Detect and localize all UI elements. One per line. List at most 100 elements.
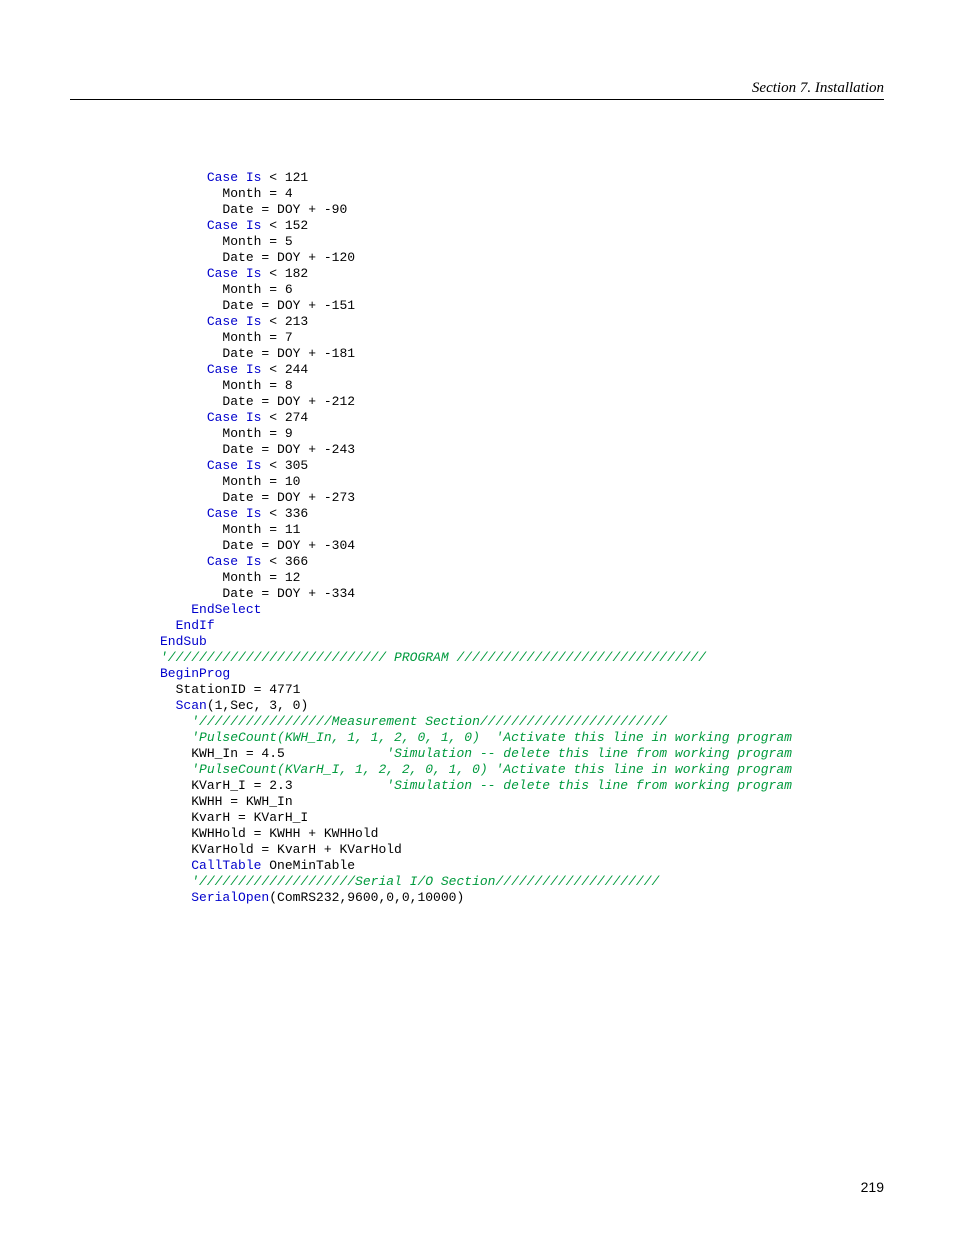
code-line: Date = DOY + -120: [160, 250, 884, 266]
code-text: < 274: [261, 410, 308, 425]
code-text: (ComRS232,9600,0,0,10000): [269, 890, 464, 905]
code-text: Date = DOY + -181: [222, 346, 355, 361]
code-text: Date = DOY + -90: [222, 202, 347, 217]
code-line: Month = 11: [160, 522, 884, 538]
comment: '//////////////////////////// PROGRAM //…: [160, 650, 706, 665]
code-line: Date = DOY + -243: [160, 442, 884, 458]
code-line: Month = 4: [160, 186, 884, 202]
page-number: 219: [861, 1179, 884, 1195]
code-line: KWHH = KWH_In: [160, 794, 884, 810]
keyword: Case Is: [207, 506, 262, 521]
code-line: '/////////////////Measurement Section///…: [160, 714, 884, 730]
code-text: Month = 7: [222, 330, 292, 345]
code-line: EndSub: [160, 634, 884, 650]
code-line: Case Is < 121: [160, 170, 884, 186]
keyword: Case Is: [207, 314, 262, 329]
code-text: KWHHold = KWHH + KWHHold: [191, 826, 378, 841]
code-text: Date = DOY + -243: [222, 442, 355, 457]
keyword: Case Is: [207, 170, 262, 185]
keyword: EndSub: [160, 634, 207, 649]
code-line: Case Is < 152: [160, 218, 884, 234]
comment: '/////////////////Measurement Section///…: [191, 714, 667, 729]
code-line: Month = 5: [160, 234, 884, 250]
code-line: StationID = 4771: [160, 682, 884, 698]
code-text: Month = 12: [222, 570, 300, 585]
code-text: StationID = 4771: [176, 682, 301, 697]
code-text: Month = 8: [222, 378, 292, 393]
code-line: Month = 10: [160, 474, 884, 490]
code-text: Month = 11: [222, 522, 300, 537]
code-line: KvarH = KVarH_I: [160, 810, 884, 826]
code-text: < 182: [261, 266, 308, 281]
keyword: Scan: [176, 698, 207, 713]
code-line: Month = 7: [160, 330, 884, 346]
code-line: Case Is < 274: [160, 410, 884, 426]
code-text: < 244: [261, 362, 308, 377]
code-line: Date = DOY + -181: [160, 346, 884, 362]
keyword: Case Is: [207, 266, 262, 281]
code-text: Month = 6: [222, 282, 292, 297]
code-line: Month = 6: [160, 282, 884, 298]
code-line: Date = DOY + -151: [160, 298, 884, 314]
code-text: Month = 4: [222, 186, 292, 201]
code-line: KVarH_I = 2.3 'Simulation -- delete this…: [160, 778, 884, 794]
code-line: 'PulseCount(KVarH_I, 1, 2, 2, 0, 1, 0) '…: [160, 762, 884, 778]
code-line: Date = DOY + -334: [160, 586, 884, 602]
code-text: Date = DOY + -273: [222, 490, 355, 505]
code-text: KVarH_I = 2.3: [191, 778, 386, 793]
keyword: Case Is: [207, 362, 262, 377]
code-line: Date = DOY + -304: [160, 538, 884, 554]
code-line: EndIf: [160, 618, 884, 634]
section-header: Section 7. Installation: [70, 80, 884, 97]
code-line: Case Is < 336: [160, 506, 884, 522]
keyword: SerialOpen: [191, 890, 269, 905]
code-text: < 366: [261, 554, 308, 569]
code-text: < 152: [261, 218, 308, 233]
keyword: EndSelect: [191, 602, 261, 617]
code-line: Month = 9: [160, 426, 884, 442]
code-text: Month = 9: [222, 426, 292, 441]
code-line: EndSelect: [160, 602, 884, 618]
code-line: Case Is < 182: [160, 266, 884, 282]
keyword: CallTable: [191, 858, 261, 873]
code-text: Date = DOY + -334: [222, 586, 355, 601]
code-text: (1,Sec, 3, 0): [207, 698, 308, 713]
comment: 'PulseCount(KWH_In, 1, 1, 2, 0, 1, 0) 'A…: [191, 730, 792, 745]
code-text: Date = DOY + -212: [222, 394, 355, 409]
code-text: < 213: [261, 314, 308, 329]
code-line: KVarHold = KvarH + KVarHold: [160, 842, 884, 858]
keyword: Case Is: [207, 410, 262, 425]
code-text: KWHH = KWH_In: [191, 794, 292, 809]
code-line: Scan(1,Sec, 3, 0): [160, 698, 884, 714]
code-text: Date = DOY + -120: [222, 250, 355, 265]
code-line: '////////////////////Serial I/O Section/…: [160, 874, 884, 890]
code-line: '//////////////////////////// PROGRAM //…: [160, 650, 884, 666]
code-line: KWH_In = 4.5 'Simulation -- delete this …: [160, 746, 884, 762]
comment: 'PulseCount(KVarH_I, 1, 2, 2, 0, 1, 0) '…: [191, 762, 792, 777]
code-text: KWH_In = 4.5: [191, 746, 386, 761]
comment: '////////////////////Serial I/O Section/…: [191, 874, 659, 889]
code-line: 'PulseCount(KWH_In, 1, 1, 2, 0, 1, 0) 'A…: [160, 730, 884, 746]
code-listing: Case Is < 121 Month = 4 Date = DOY + -90…: [160, 170, 884, 906]
code-text: Date = DOY + -304: [222, 538, 355, 553]
code-text: Month = 5: [222, 234, 292, 249]
code-line: BeginProg: [160, 666, 884, 682]
comment: 'Simulation -- delete this line from wor…: [386, 778, 792, 793]
keyword: EndIf: [176, 618, 215, 633]
code-line: CallTable OneMinTable: [160, 858, 884, 874]
code-line: Date = DOY + -90: [160, 202, 884, 218]
code-line: Date = DOY + -273: [160, 490, 884, 506]
code-line: SerialOpen(ComRS232,9600,0,0,10000): [160, 890, 884, 906]
code-text: Month = 10: [222, 474, 300, 489]
code-text: < 305: [261, 458, 308, 473]
code-text: < 336: [261, 506, 308, 521]
code-text: KVarHold = KvarH + KVarHold: [191, 842, 402, 857]
code-text: OneMinTable: [261, 858, 355, 873]
keyword: Case Is: [207, 218, 262, 233]
code-line: Month = 8: [160, 378, 884, 394]
comment: 'Simulation -- delete this line from wor…: [386, 746, 792, 761]
code-text: KvarH = KVarH_I: [191, 810, 308, 825]
code-line: Case Is < 366: [160, 554, 884, 570]
keyword: Case Is: [207, 458, 262, 473]
code-line: Case Is < 305: [160, 458, 884, 474]
